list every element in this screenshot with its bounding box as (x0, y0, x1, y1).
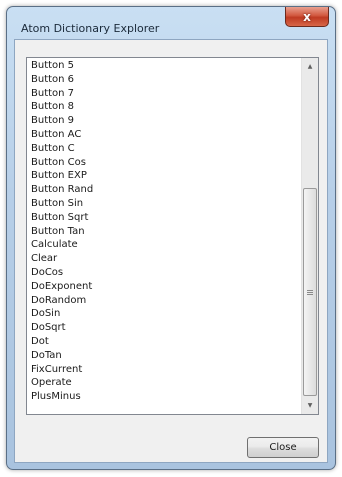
list-item[interactable]: Button EXP (27, 169, 299, 183)
scroll-up-button[interactable]: ▲ (302, 58, 318, 75)
list-item[interactable]: Button 8 (27, 100, 299, 114)
list-item[interactable]: Calculate (27, 238, 299, 252)
list-item[interactable]: Button 7 (27, 87, 299, 101)
window-close-button[interactable]: x (285, 7, 329, 27)
scroll-thumb[interactable] (303, 188, 317, 396)
list-item[interactable]: Button 9 (27, 114, 299, 128)
list-item[interactable]: Button AC (27, 128, 299, 142)
list-item[interactable]: Button Cos (27, 156, 299, 170)
list-item[interactable]: Button C (27, 142, 299, 156)
list-item[interactable]: DoExponent (27, 280, 299, 294)
dialog-client-area: Button 5 Button 6 Button 7 Button 8 Button 9… (14, 39, 328, 463)
list-item[interactable]: Button Rand (27, 183, 299, 197)
window-title: Atom Dictionary Explorer (21, 22, 160, 35)
list-item[interactable]: Dot (27, 335, 299, 349)
list-item[interactable]: Button Sin (27, 197, 299, 211)
arrow-down-icon: ▼ (307, 402, 313, 409)
title-bar[interactable]: Atom Dictionary Explorer x (7, 7, 335, 39)
vertical-scrollbar[interactable]: ▲ ▼ (301, 58, 318, 414)
list-item[interactable]: DoCos (27, 266, 299, 280)
list-item[interactable]: Operate (27, 376, 299, 390)
list-item[interactable]: Button 5 (27, 59, 299, 73)
list-item[interactable]: Button 6 (27, 73, 299, 87)
list-item[interactable]: FixCurrent (27, 363, 299, 377)
list-item[interactable]: Clear (27, 252, 299, 266)
atom-listbox[interactable]: Button 5 Button 6 Button 7 Button 8 Button 9… (26, 57, 319, 415)
list-item[interactable]: Button Sqrt (27, 211, 299, 225)
list-item[interactable]: DoRandom (27, 294, 299, 308)
close-icon: x (303, 9, 311, 24)
list-item[interactable]: Button Tan (27, 225, 299, 239)
grip-icon (307, 289, 313, 295)
list-item[interactable]: DoSqrt (27, 321, 299, 335)
list-item[interactable]: DoSin (27, 307, 299, 321)
list-item[interactable]: DoTan (27, 349, 299, 363)
close-button[interactable]: Close (247, 437, 319, 458)
scroll-down-button[interactable]: ▼ (302, 397, 318, 414)
arrow-up-icon: ▲ (307, 63, 313, 70)
dialog-window: Atom Dictionary Explorer x Button 5 Butto… (6, 6, 336, 470)
list-item[interactable]: PlusMinus (27, 390, 299, 404)
atom-list: Button 5 Button 6 Button 7 Button 8 Button 9… (27, 59, 299, 404)
